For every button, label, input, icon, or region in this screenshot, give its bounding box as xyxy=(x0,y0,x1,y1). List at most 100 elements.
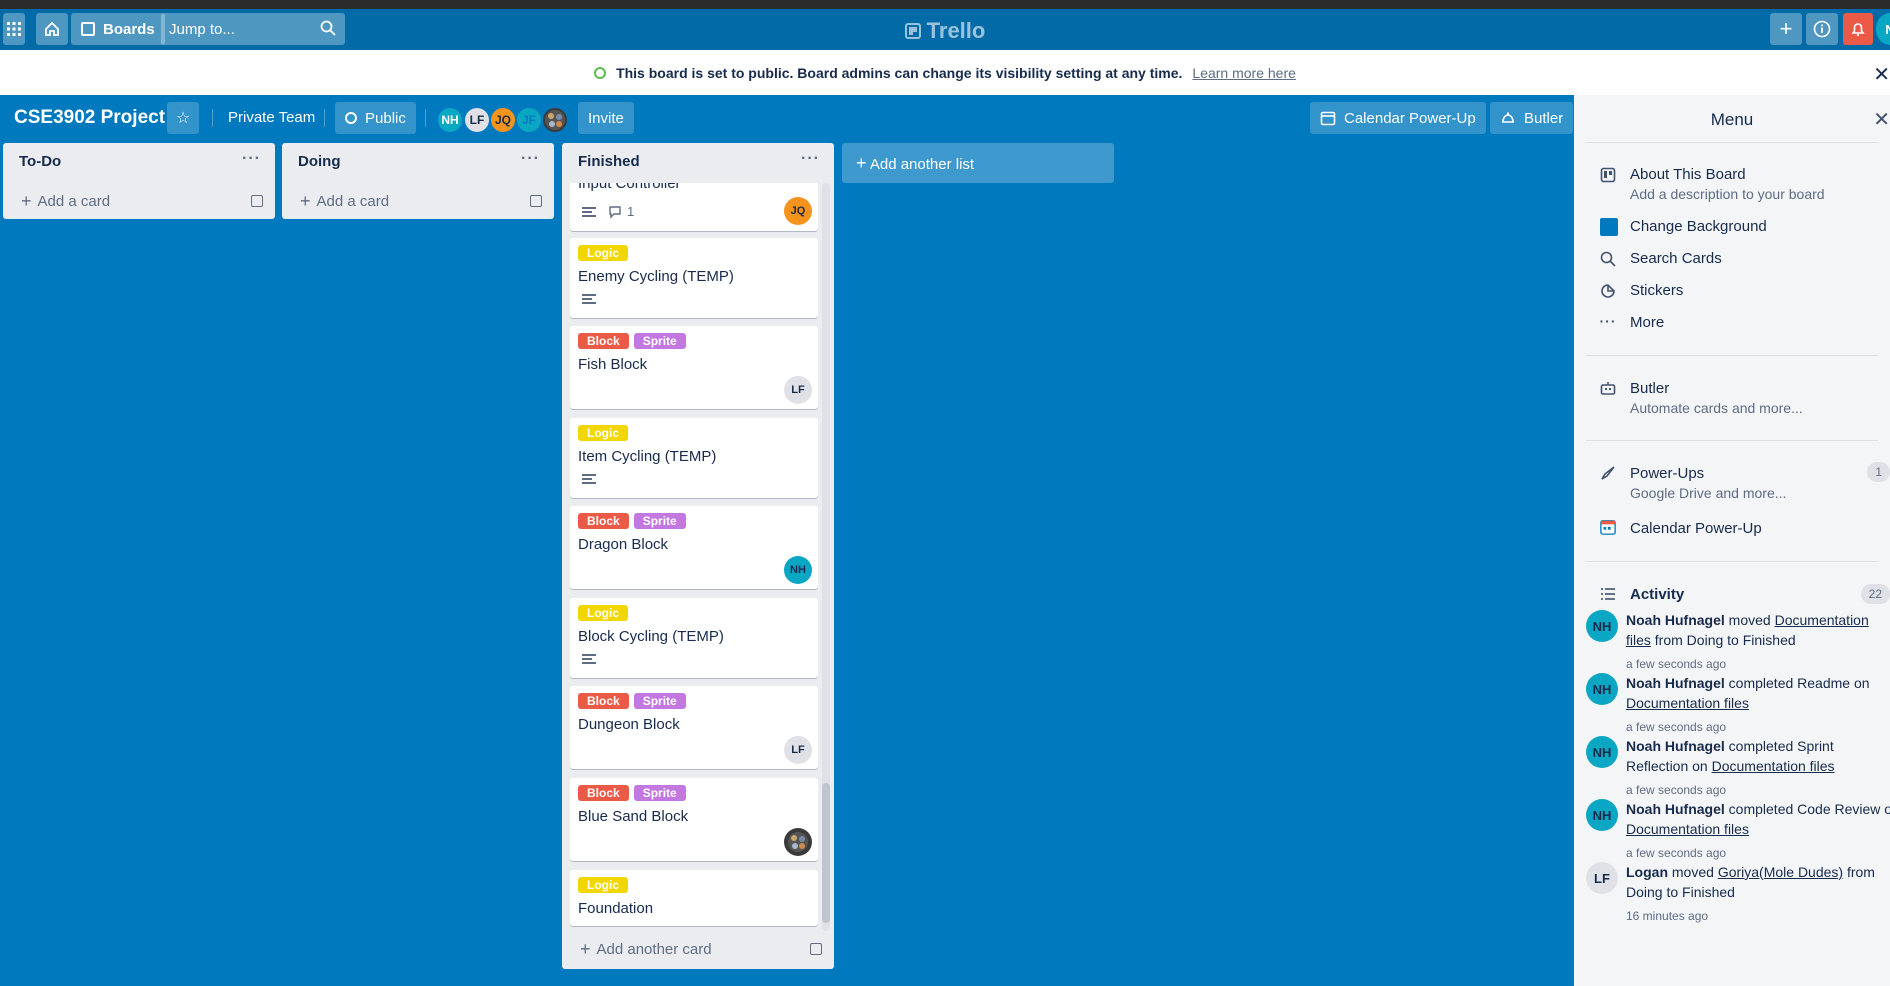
card-title: Item Cycling (TEMP) xyxy=(578,448,717,465)
member-avatar-image[interactable] xyxy=(784,828,812,856)
globe-icon xyxy=(594,66,607,79)
card-label[interactable]: Sprite xyxy=(633,693,686,709)
card[interactable]: Logic Item Cycling (TEMP) xyxy=(570,418,818,498)
visibility-label: Public xyxy=(365,109,406,127)
list-to-do: To-Do ··· + Add a card xyxy=(3,143,275,219)
activity-avatar[interactable]: NH xyxy=(1586,673,1618,705)
card-label[interactable]: Logic xyxy=(578,605,628,621)
card-label[interactable]: Block xyxy=(578,513,629,529)
member-avatar[interactable]: LF xyxy=(463,106,491,134)
card-template-icon[interactable] xyxy=(251,195,263,207)
visibility-button[interactable]: Public xyxy=(335,102,416,134)
board-menu-sidebar: Menu ✕ About This Board Add a descriptio… xyxy=(1574,95,1890,986)
card[interactable]: Input Controller 1 JQ xyxy=(570,183,818,231)
activity-avatar[interactable]: NH xyxy=(1586,610,1618,642)
card[interactable]: Logic Enemy Cycling (TEMP) xyxy=(570,238,818,318)
member-avatar[interactable]: NH xyxy=(784,556,812,584)
activity-avatar[interactable]: NH xyxy=(1586,736,1618,768)
activity-time[interactable]: a few seconds ago xyxy=(1626,657,1726,671)
list-header[interactable]: Finished ··· xyxy=(562,143,834,183)
create-button[interactable]: + xyxy=(1770,13,1802,45)
card-label[interactable]: Block xyxy=(578,333,629,349)
menu-item-powerups-label: Power-Ups xyxy=(1630,465,1705,482)
activity-time[interactable]: 16 minutes ago xyxy=(1626,909,1708,923)
scrollbar-thumb[interactable] xyxy=(822,783,830,923)
divider xyxy=(1586,355,1878,356)
card-template-icon[interactable] xyxy=(530,195,542,207)
card-template-icon[interactable] xyxy=(810,943,822,955)
card-label[interactable]: Block xyxy=(578,785,629,801)
close-icon[interactable]: ✕ xyxy=(1873,107,1890,132)
board-icon xyxy=(1600,167,1616,183)
member-avatar[interactable]: JF xyxy=(515,106,543,134)
activity-user[interactable]: Noah Hufnagel xyxy=(1626,612,1725,628)
butler-icon xyxy=(1600,382,1616,395)
card-label[interactable]: Logic xyxy=(578,245,628,261)
add-card-button[interactable]: + Add another card xyxy=(562,931,834,967)
activity-time[interactable]: a few seconds ago xyxy=(1626,783,1726,797)
member-avatar[interactable]: JQ xyxy=(489,106,517,134)
activity-text: Logan moved Goriya(Mole Dudes) from Doin… xyxy=(1626,862,1890,902)
activity-avatar[interactable]: NH xyxy=(1586,799,1618,831)
activity-user[interactable]: Noah Hufnagel xyxy=(1626,738,1725,754)
add-card-button[interactable]: + Add a card xyxy=(3,183,275,219)
learn-more-link[interactable]: Learn more here xyxy=(1192,65,1296,81)
member-avatar[interactable]: JQ xyxy=(784,197,812,225)
butler-button[interactable]: Butler xyxy=(1490,102,1574,134)
card-label[interactable]: Logic xyxy=(578,877,628,893)
invite-button[interactable]: Invite xyxy=(578,102,634,134)
close-icon[interactable]: ✕ xyxy=(1873,62,1890,87)
sticker-icon xyxy=(1601,284,1615,298)
activity-card-link[interactable]: Documentation files xyxy=(1626,821,1749,837)
activity-user[interactable]: Noah Hufnagel xyxy=(1626,801,1725,817)
add-list-label: Add another list xyxy=(869,156,975,173)
card-title: Dragon Block xyxy=(578,536,669,553)
card-label[interactable]: Sprite xyxy=(633,785,686,801)
member-avatar-image[interactable] xyxy=(541,106,569,134)
member-avatar[interactable]: LF xyxy=(784,736,812,764)
activity-user[interactable]: Noah Hufnagel xyxy=(1626,675,1725,691)
card[interactable]: Block Sprite Fish Block LF xyxy=(570,326,818,409)
card-label[interactable]: Sprite xyxy=(633,513,686,529)
team-button[interactable]: Private Team xyxy=(228,109,315,126)
more-icon[interactable]: ··· xyxy=(521,150,540,168)
trello-logo[interactable]: Trello xyxy=(0,18,1890,45)
activity-time[interactable]: a few seconds ago xyxy=(1626,720,1726,734)
activity-card-link[interactable]: Documentation xyxy=(1775,612,1869,628)
card-title: Fish Block xyxy=(578,356,648,373)
info-button[interactable] xyxy=(1806,13,1838,45)
card[interactable]: Block Sprite Dragon Block NH xyxy=(570,506,818,589)
card-label[interactable]: Logic xyxy=(578,425,628,441)
member-avatar[interactable]: LF xyxy=(784,376,812,404)
list-header[interactable]: To-Do ··· xyxy=(3,143,275,183)
list-header[interactable]: Doing ··· xyxy=(282,143,554,183)
board-title[interactable]: CSE3902 Project xyxy=(14,107,165,129)
card[interactable]: Block Sprite Blue Sand Block xyxy=(570,778,818,861)
card[interactable]: Block Sprite Dungeon Block LF xyxy=(570,686,818,769)
activity-card-link[interactable]: Goriya(Mole Dudes) xyxy=(1718,864,1843,880)
more-icon: ··· xyxy=(1599,313,1617,329)
activity-card-link[interactable]: Documentation files xyxy=(1712,758,1835,774)
add-card-label: Add a card xyxy=(316,192,390,210)
notifications-button[interactable] xyxy=(1843,13,1873,45)
activity-user[interactable]: Logan xyxy=(1626,864,1668,880)
more-icon[interactable]: ··· xyxy=(242,150,261,168)
activity-card-link[interactable]: Documentation files xyxy=(1626,695,1749,711)
activity-card-link[interactable]: files xyxy=(1626,632,1651,648)
more-icon[interactable]: ··· xyxy=(801,150,820,168)
window-top-strip xyxy=(0,0,1890,9)
card-title: Enemy Cycling (TEMP) xyxy=(578,268,734,285)
activity-time[interactable]: a few seconds ago xyxy=(1626,846,1726,860)
card-label[interactable]: Sprite xyxy=(633,333,686,349)
activity-avatar[interactable]: LF xyxy=(1586,862,1618,894)
member-avatar[interactable]: NH xyxy=(436,106,464,134)
add-card-button[interactable]: + Add a card xyxy=(282,183,554,219)
calendar-powerup-button[interactable]: Calendar Power-Up xyxy=(1310,102,1486,134)
menu-item-label: Change Background xyxy=(1630,218,1767,235)
card[interactable]: Logic Block Cycling (TEMP) xyxy=(570,598,818,678)
card[interactable]: Logic Foundation xyxy=(570,870,818,926)
list-scrollbar[interactable] xyxy=(822,183,830,931)
star-button[interactable]: ☆ xyxy=(167,102,199,134)
add-list-button[interactable]: + Add another list xyxy=(842,143,1114,183)
card-label[interactable]: Block xyxy=(578,693,629,709)
